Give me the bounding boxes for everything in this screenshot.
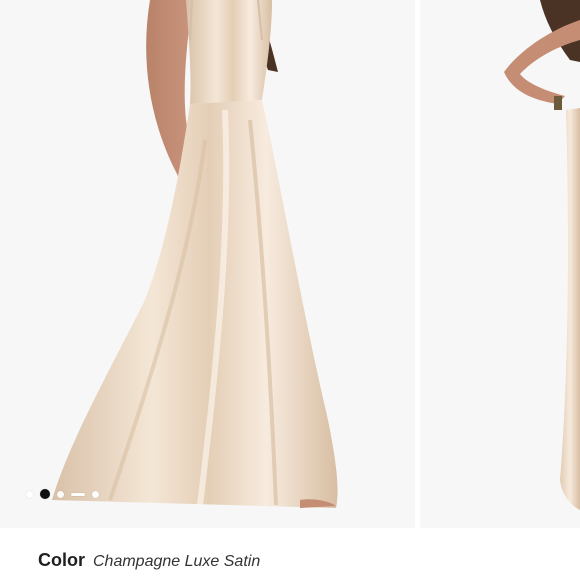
color-value: Champagne Luxe Satin: [93, 553, 261, 570]
carousel-dot-5[interactable]: [92, 490, 99, 498]
carousel-dot-4[interactable]: [71, 492, 85, 496]
product-image-gallery[interactable]: [0, 0, 580, 528]
carousel-dot-1[interactable]: [26, 490, 33, 498]
color-selection: Color Champagne Luxe Satin: [38, 550, 260, 571]
carousel-dot-2-active[interactable]: [40, 489, 50, 499]
product-image-secondary[interactable]: [420, 0, 580, 528]
dress-photo-side: [420, 0, 580, 528]
product-image-main[interactable]: [0, 0, 415, 528]
dress-photo-front: [0, 0, 415, 528]
color-label: Color: [38, 550, 85, 570]
carousel-dot-3[interactable]: [57, 490, 64, 498]
carousel-pagination[interactable]: [26, 488, 99, 500]
